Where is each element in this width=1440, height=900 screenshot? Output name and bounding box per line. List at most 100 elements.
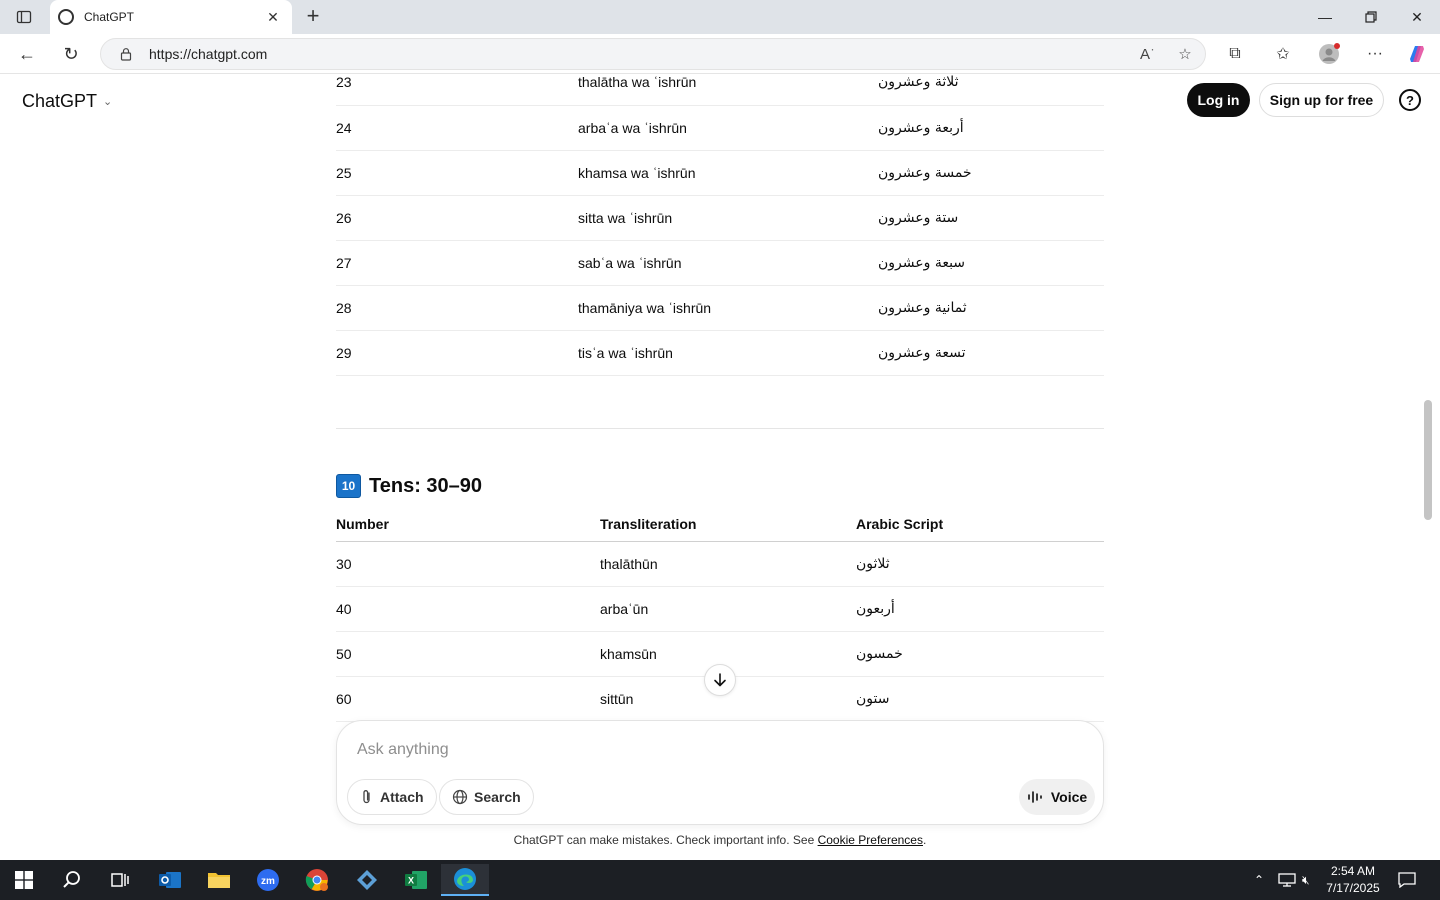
lock-icon[interactable] xyxy=(119,47,133,61)
scroll-down-button[interactable] xyxy=(704,664,736,696)
chrome-icon[interactable] xyxy=(297,864,337,896)
profile-avatar-icon[interactable] xyxy=(1314,40,1344,68)
cell-number: 28 xyxy=(336,285,578,331)
cell-arabic: سبعة وعشرون xyxy=(878,240,1104,286)
login-button[interactable]: Log in xyxy=(1187,83,1250,117)
svg-text:zm: zm xyxy=(261,876,275,887)
address-bar[interactable]: https://chatgpt.com A͘ ☆ xyxy=(100,38,1206,70)
favorite-star-icon[interactable]: ☆ xyxy=(1165,45,1205,63)
app-diamond-icon[interactable] xyxy=(347,864,387,896)
cell-number: 24 xyxy=(336,105,578,151)
cell-number: 23 xyxy=(336,75,578,106)
system-clock[interactable]: 2:54 AM 7/17/2025 xyxy=(1322,863,1384,897)
extensions-icon[interactable]: ⧉ xyxy=(1220,40,1250,68)
table-row: 23 thalātha wa ʿishrūn ثلاثة وعشرون xyxy=(336,75,1104,106)
cell-arabic: ستة وعشرون xyxy=(878,195,1104,241)
cell-arabic: ستون xyxy=(856,676,1104,722)
new-tab-button[interactable]: + xyxy=(300,4,326,30)
tab-actions-icon[interactable] xyxy=(8,4,40,30)
section-divider xyxy=(336,428,1104,429)
disclaimer-period: . xyxy=(922,833,927,847)
edge-icon[interactable] xyxy=(441,864,489,896)
network-icon[interactable] xyxy=(1278,860,1296,900)
cell-translit: thamāniya wa ʿishrūn xyxy=(578,285,878,331)
cell-number: 25 xyxy=(336,150,578,196)
chatgpt-page: ChatGPT ⌄ Log in Sign up for free ? 23th… xyxy=(0,75,1440,858)
table-twenties: 23 thalātha wa ʿishrūn ثلاثة وعشرون 24 arbaʿ… xyxy=(336,75,1104,376)
cell-arabic: تسعة وعشرون xyxy=(878,330,1104,376)
cell-translit: tisʿa wa ʿishrūn xyxy=(578,330,878,376)
cell-translit: arbaʿūn xyxy=(600,586,856,632)
back-arrow-icon[interactable]: ← xyxy=(12,40,42,68)
cell-arabic: خمسون xyxy=(856,631,1104,677)
cookie-preferences-link[interactable]: Cookie Preferences xyxy=(818,833,923,847)
cell-translit: sitta wa ʿishrūn xyxy=(578,195,878,241)
favorites-icon[interactable]: ✩ xyxy=(1268,40,1298,68)
notifications-icon[interactable] xyxy=(1398,860,1416,900)
minimize-icon[interactable]: — xyxy=(1302,0,1348,34)
close-window-icon[interactable]: ✕ xyxy=(1394,0,1440,34)
page-scrollbar[interactable] xyxy=(1424,400,1432,520)
task-view-icon[interactable] xyxy=(100,864,140,896)
table-row: 29 tisʿa wa ʿishrūn تسعة وعشرون xyxy=(336,330,1104,376)
volume-muted-icon[interactable]: 🔇︎ xyxy=(1302,860,1310,900)
cell-number: 60 xyxy=(336,676,600,722)
column-header-arabic: Arabic Script xyxy=(856,509,1104,542)
model-switcher[interactable]: ChatGPT ⌄ xyxy=(22,91,112,112)
search-button[interactable]: Search xyxy=(439,779,534,815)
cell-number: 26 xyxy=(336,195,578,241)
globe-icon xyxy=(452,789,468,805)
outlook-icon[interactable] xyxy=(150,864,190,896)
file-explorer-icon[interactable] xyxy=(199,864,239,896)
excel-icon[interactable]: X xyxy=(396,864,436,896)
browser-tab-chatgpt[interactable]: ChatGPT ✕ xyxy=(50,0,292,34)
table-row: 24 arbaʿa wa ʿishrūn أربعة وعشرون xyxy=(336,105,1104,151)
cell-arabic: خمسة وعشرون xyxy=(878,150,1104,196)
tab-close-icon[interactable]: ✕ xyxy=(264,9,282,26)
disclaimer-text: ChatGPT can make mistakes. Check importa… xyxy=(0,833,1440,847)
cell-translit: arbaʿa wa ʿishrūn xyxy=(578,105,878,151)
chevron-down-icon: ⌄ xyxy=(103,96,113,108)
cell-number: 29 xyxy=(336,330,578,376)
cell-arabic: ثمانية وعشرون xyxy=(878,285,1104,331)
taskbar-search-icon[interactable] xyxy=(52,864,92,896)
cell-translit: khamsa wa ʿishrūn xyxy=(578,150,878,196)
cell-arabic: أربعة وعشرون xyxy=(878,105,1104,151)
zoom-app-icon[interactable]: zm xyxy=(248,864,288,896)
column-header-transliteration: Transliteration xyxy=(600,509,856,542)
cell-translit: thalātha wa ʿishrūn xyxy=(578,75,878,106)
search-label: Search xyxy=(474,789,521,805)
restore-icon[interactable] xyxy=(1348,0,1394,34)
cell-number: 30 xyxy=(336,541,600,587)
disclaimer-body: ChatGPT can make mistakes. Check importa… xyxy=(513,833,818,847)
paperclip-icon xyxy=(363,790,370,804)
attach-button[interactable]: Attach xyxy=(347,779,437,815)
cell-number: 50 xyxy=(336,631,600,677)
windows-start-icon[interactable] xyxy=(4,864,44,896)
signup-button[interactable]: Sign up for free xyxy=(1259,83,1384,117)
cell-translit: sabʿa wa ʿishrūn xyxy=(578,240,878,286)
copilot-icon[interactable] xyxy=(1402,40,1432,68)
more-options-icon[interactable]: ··· xyxy=(1360,40,1390,68)
browser-tab-bar: ChatGPT ✕ + — ✕ xyxy=(0,0,1440,34)
voice-button[interactable]: Voice xyxy=(1019,779,1095,815)
cell-arabic: أربعون xyxy=(856,586,1104,632)
refresh-icon[interactable]: ↻ xyxy=(56,40,86,68)
windows-taskbar: zm X ⌃ 🔇︎ 2:54 AM 7/17/2025 xyxy=(0,860,1440,900)
arrow-down-icon xyxy=(714,673,726,687)
table-row: 40 arbaʿūn أربعون xyxy=(336,586,1104,632)
cell-translit: thalāthūn xyxy=(600,541,856,587)
read-aloud-icon[interactable]: A͘ xyxy=(1125,46,1165,63)
url-text[interactable]: https://chatgpt.com xyxy=(149,46,1125,62)
chatgpt-favicon-icon xyxy=(58,9,74,25)
prompt-input[interactable]: Ask anything xyxy=(357,741,449,759)
clock-time: 2:54 AM xyxy=(1330,864,1376,878)
cell-arabic: ثلاثون xyxy=(856,541,1104,587)
attach-label: Attach xyxy=(380,789,424,805)
help-icon[interactable]: ? xyxy=(1399,89,1421,111)
table-row: 27 sabʿa wa ʿishrūn سبعة وعشرون xyxy=(336,240,1104,286)
prompt-composer[interactable]: Ask anything Attach Search Voice xyxy=(336,720,1104,825)
browser-toolbar: ← ↻ https://chatgpt.com A͘ ☆ ⧉ ✩ ··· xyxy=(0,34,1440,74)
cell-number: 27 xyxy=(336,240,578,286)
show-hidden-icons-icon[interactable]: ⌃ xyxy=(1254,860,1264,900)
